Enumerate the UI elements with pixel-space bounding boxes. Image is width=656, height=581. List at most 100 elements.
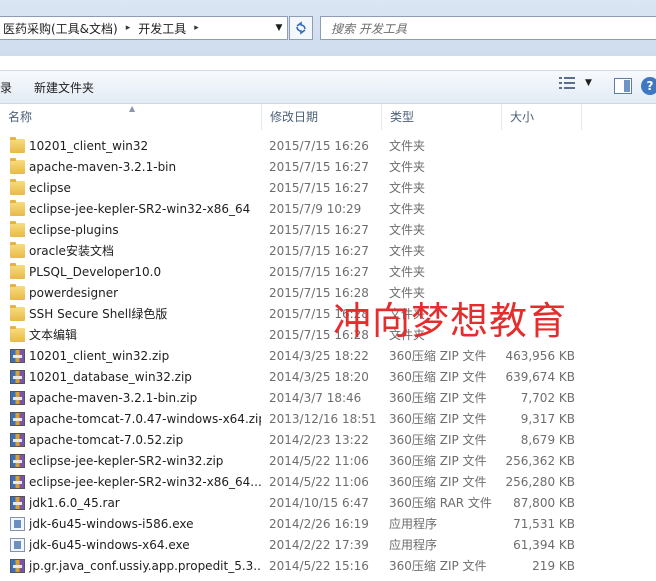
breadcrumb-current[interactable]: 开发工具 <box>134 20 190 37</box>
column-header-size[interactable]: 大小 <box>502 104 582 130</box>
file-date: 2014/2/23 13:22 <box>269 433 369 447</box>
file-name: 10201_database_win32.zip <box>29 370 192 384</box>
file-date: 2014/5/22 15:16 <box>269 559 369 573</box>
file-name: powerdesigner <box>29 286 119 300</box>
file-row[interactable]: jp.gr.java_conf.ussiy.app.propedit_5.3..… <box>0 556 656 577</box>
file-date: 2015/7/15 16:27 <box>269 244 369 258</box>
file-row[interactable]: jdk1.6.0_45.rar 2014/10/15 6:47 360压缩 RAR … <box>0 493 656 514</box>
preview-pane-icon[interactable] <box>614 78 632 94</box>
search-placeholder: 搜索 开发工具 <box>331 21 407 36</box>
file-row[interactable]: apache-tomcat-7.0.52.zip 2014/2/23 13:22 3… <box>0 430 656 451</box>
file-date: 2014/5/22 11:06 <box>269 475 369 489</box>
file-size: 61,394 KB <box>513 538 575 552</box>
archive-icon <box>10 412 25 426</box>
file-row[interactable]: eclipse-jee-kepler-SR2-win32.zip 2014/5/2… <box>0 451 656 472</box>
file-row[interactable]: 10201_client_win32 2015/7/15 16:26 文件夹 <box>0 136 656 157</box>
column-header-type[interactable]: 类型 <box>382 104 502 130</box>
file-row[interactable]: eclipse-jee-kepler-SR2-win32-x86_64 2015/… <box>0 199 656 220</box>
address-bar[interactable]: 医药采购(工具&文档) ▸ 开发工具 ▸ ▼ <box>0 16 288 40</box>
file-date: 2015/7/15 16:27 <box>269 160 369 174</box>
help-icon[interactable]: ? <box>641 77 656 95</box>
new-folder-button[interactable]: 新建文件夹 <box>34 79 94 96</box>
folder-icon <box>10 179 25 195</box>
file-row[interactable]: eclipse-plugins 2015/7/15 16:27 文件夹 <box>0 220 656 241</box>
file-row[interactable]: apache-maven-3.2.1-bin.zip 2014/3/7 18:46… <box>0 388 656 409</box>
file-row[interactable]: 10201_client_win32.zip 2014/3/25 18:22 360… <box>0 346 656 367</box>
file-name: jdk-6u45-windows-x64.exe <box>29 538 190 552</box>
file-name: eclipse <box>29 181 71 195</box>
file-date: 2015/7/15 16:27 <box>269 265 369 279</box>
address-dropdown-icon[interactable]: ▼ <box>271 23 287 33</box>
file-type: 文件夹 <box>389 265 426 279</box>
change-view-button[interactable]: ▼ <box>559 77 592 89</box>
file-type: 360压缩 ZIP 文件 <box>389 475 487 489</box>
breadcrumb-chevron-icon[interactable]: ▸ <box>190 23 203 33</box>
folder-icon <box>10 137 25 153</box>
folder-icon <box>10 263 25 279</box>
toolbar-truncated-button[interactable]: 录 <box>0 79 12 96</box>
file-date: 2014/3/25 18:20 <box>269 370 369 384</box>
archive-icon <box>10 370 25 384</box>
file-name: jdk-6u45-windows-i586.exe <box>29 517 194 531</box>
column-header-name[interactable]: 名称 <box>0 104 262 130</box>
file-name: apache-maven-3.2.1-bin <box>29 160 177 174</box>
watermark-text: 冲向梦想教育 <box>333 299 568 343</box>
file-type: 文件夹 <box>389 244 426 258</box>
file-name: eclipse-jee-kepler-SR2-win32.zip <box>29 454 224 468</box>
file-type: 文件夹 <box>389 223 426 237</box>
breadcrumb-chevron-icon[interactable]: ▸ <box>122 23 135 33</box>
file-row[interactable]: eclipse-jee-kepler-SR2-win32-x86_64.... 2… <box>0 472 656 493</box>
file-row[interactable]: jdk-6u45-windows-x64.exe 2014/2/22 17:39 应… <box>0 535 656 556</box>
file-date: 2014/5/22 11:06 <box>269 454 369 468</box>
file-row[interactable]: PLSQL_Developer10.0 2015/7/15 16:27 文件夹 <box>0 262 656 283</box>
archive-icon <box>10 433 25 447</box>
file-name: apache-tomcat-7.0.47-windows-x64.zip <box>29 412 261 426</box>
file-name: 10201_client_win32.zip <box>29 349 170 363</box>
folder-icon <box>10 242 25 258</box>
breadcrumb-parent[interactable]: 医药采购(工具&文档) <box>0 20 122 37</box>
file-size: 256,362 KB <box>505 454 575 468</box>
file-name: 文本编辑 <box>29 328 78 342</box>
file-date: 2014/3/25 18:22 <box>269 349 369 363</box>
folder-icon <box>10 158 25 174</box>
exe-icon <box>10 538 25 552</box>
column-header-date[interactable]: 修改日期 <box>262 104 382 130</box>
archive-icon <box>10 391 25 405</box>
file-type: 360压缩 ZIP 文件 <box>389 433 487 447</box>
search-input[interactable]: 搜索 开发工具 <box>320 16 656 40</box>
file-row[interactable]: 10201_database_win32.zip 2014/3/25 18:20 3… <box>0 367 656 388</box>
file-row[interactable]: oracle安装文档 2015/7/15 16:27 文件夹 <box>0 241 656 262</box>
file-size: 219 KB <box>532 559 575 573</box>
file-date: 2015/7/15 16:26 <box>269 139 369 153</box>
folder-icon <box>10 305 25 321</box>
file-row[interactable]: apache-maven-3.2.1-bin 2015/7/15 16:27 文件夹 <box>0 157 656 178</box>
file-size: 71,531 KB <box>513 517 575 531</box>
file-type: 文件夹 <box>389 160 426 174</box>
file-type: 360压缩 ZIP 文件 <box>389 349 487 363</box>
refresh-button[interactable] <box>289 16 313 40</box>
file-size: 7,702 KB <box>520 391 575 405</box>
view-dropdown-icon[interactable]: ▼ <box>585 78 592 88</box>
refresh-icon <box>296 21 306 35</box>
file-type: 应用程序 <box>389 538 438 552</box>
file-row[interactable]: jdk-6u45-windows-i586.exe 2014/2/26 16:19… <box>0 514 656 535</box>
exe-icon <box>10 517 25 531</box>
file-type: 360压缩 ZIP 文件 <box>389 454 487 468</box>
file-row[interactable]: apache-tomcat-7.0.47-windows-x64.zip 2013… <box>0 409 656 430</box>
file-type: 360压缩 RAR 文件 <box>389 496 492 510</box>
folder-icon <box>10 200 25 216</box>
file-type: 360压缩 ZIP 文件 <box>389 370 487 384</box>
file-name: oracle安装文档 <box>29 244 114 258</box>
file-type: 文件夹 <box>389 139 426 153</box>
archive-icon <box>10 475 25 489</box>
file-size: 9,317 KB <box>520 412 575 426</box>
file-name: jp.gr.java_conf.ussiy.app.propedit_5.3..… <box>29 559 261 573</box>
file-list: 10201_client_win32 2015/7/15 16:26 文件夹 apac… <box>0 136 656 577</box>
archive-icon <box>10 559 25 573</box>
file-row[interactable]: eclipse 2015/7/15 16:27 文件夹 <box>0 178 656 199</box>
file-size: 256,280 KB <box>505 475 575 489</box>
file-type: 文件夹 <box>389 181 426 195</box>
folder-icon <box>10 284 25 300</box>
file-name: eclipse-jee-kepler-SR2-win32-x86_64 <box>29 202 251 216</box>
archive-icon <box>10 496 25 510</box>
